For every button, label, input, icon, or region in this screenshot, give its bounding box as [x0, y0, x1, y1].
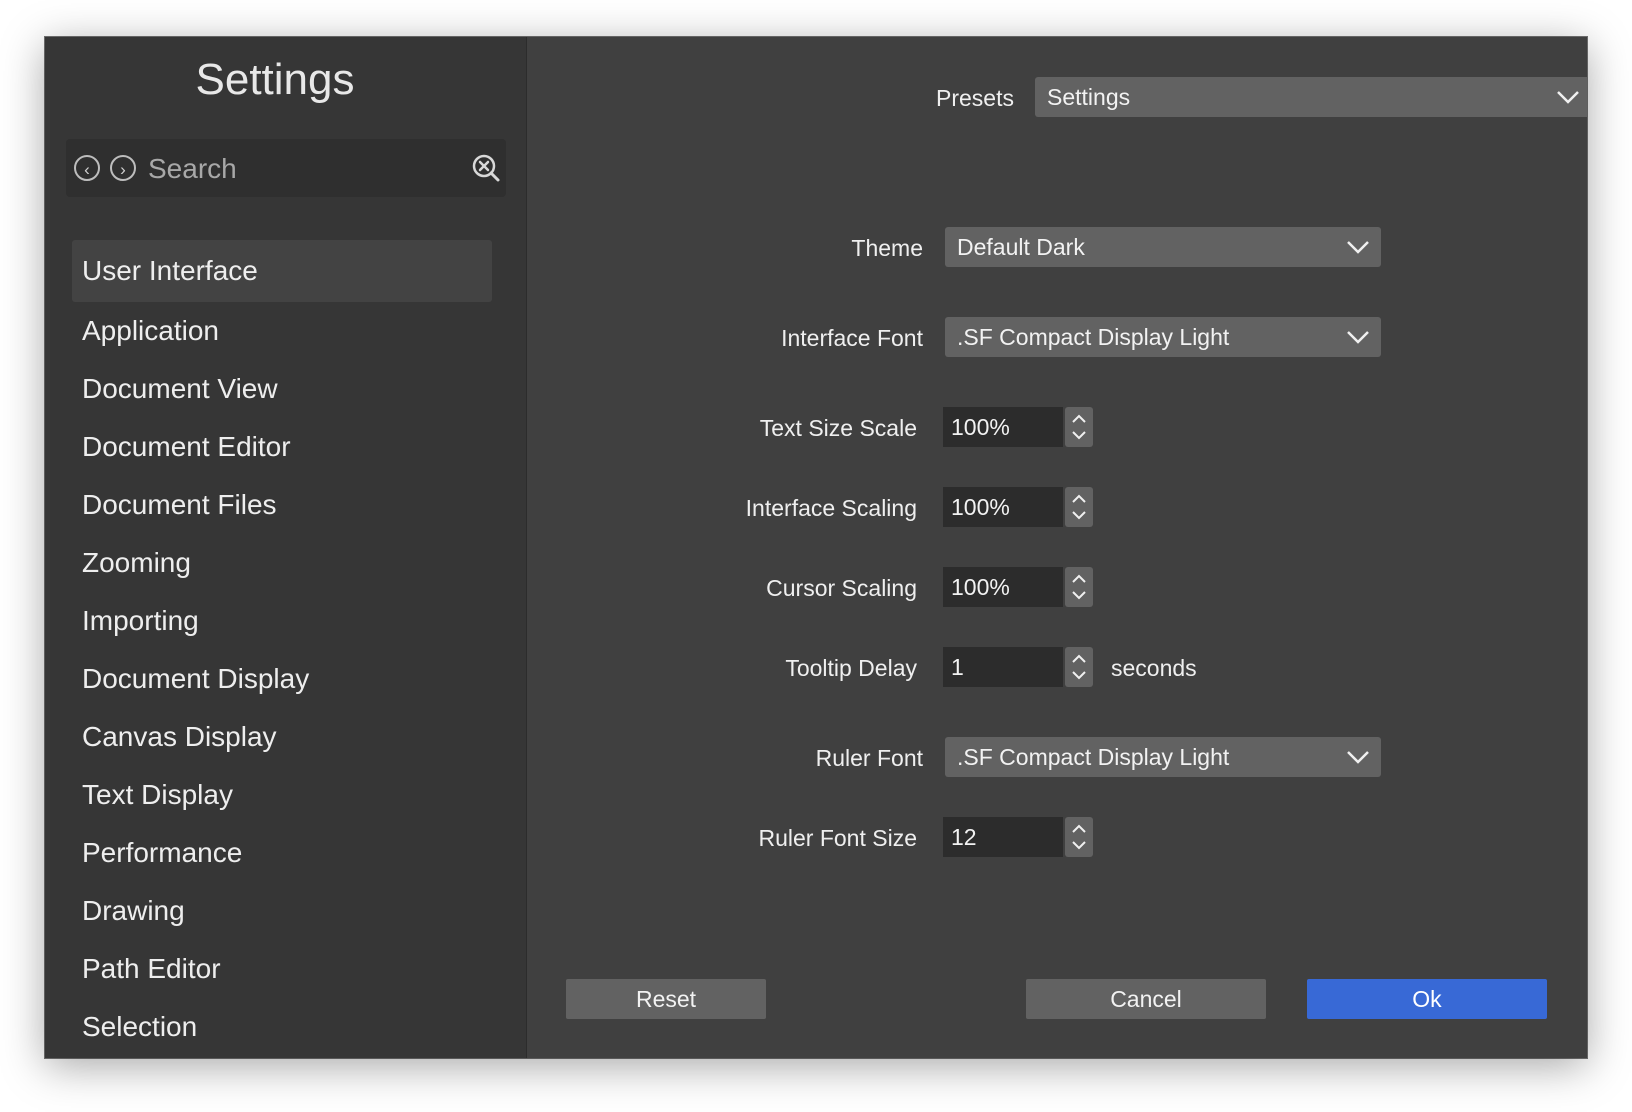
stepper-arrows-icon[interactable] [1065, 487, 1093, 527]
cursor-scaling-input[interactable]: 100% [943, 567, 1063, 607]
presets-dropdown[interactable]: Settings [1035, 77, 1587, 117]
sidebar-list: User Interface Application Document View… [72, 240, 492, 1056]
interface-font-label: Interface Font [781, 325, 923, 351]
ruler-font-label: Ruler Font [815, 745, 923, 771]
sidebar-item-zooming[interactable]: Zooming [72, 534, 492, 592]
stepper-arrows-icon[interactable] [1065, 567, 1093, 607]
sidebar-item-importing[interactable]: Importing [72, 592, 492, 650]
interface-font-dropdown[interactable]: .SF Compact Display Light [945, 317, 1381, 357]
sidebar-item-selection[interactable]: Selection [72, 998, 492, 1056]
sidebar-item-application[interactable]: Application [72, 302, 492, 360]
search-clear-icon[interactable] [471, 153, 501, 183]
settings-window: Settings ‹ › User Interface Application … [45, 37, 1587, 1058]
tooltip-delay-stepper[interactable]: 1 [943, 647, 1093, 687]
settings-content: Presets Settings Theme Default Dark Inte… [527, 37, 1587, 1058]
ruler-font-size-label: Ruler Font Size [758, 825, 917, 851]
text-size-scale-input[interactable]: 100% [943, 407, 1063, 447]
chevron-down-icon [1347, 241, 1369, 254]
chevron-down-icon [1347, 331, 1369, 344]
back-icon[interactable]: ‹ [74, 155, 100, 181]
sidebar-item-drawing[interactable]: Drawing [72, 882, 492, 940]
cursor-scaling-label: Cursor Scaling [766, 575, 917, 601]
ruler-font-dropdown[interactable]: .SF Compact Display Light [945, 737, 1381, 777]
sidebar-item-canvas-display[interactable]: Canvas Display [72, 708, 492, 766]
ruler-font-size-stepper[interactable]: 12 [943, 817, 1093, 857]
sidebar-item-document-editor[interactable]: Document Editor [72, 418, 492, 476]
sidebar-item-text-display[interactable]: Text Display [72, 766, 492, 824]
sidebar-item-document-view[interactable]: Document View [72, 360, 492, 418]
sidebar-item-document-display[interactable]: Document Display [72, 650, 492, 708]
interface-font-value: .SF Compact Display Light [957, 324, 1230, 350]
reset-button[interactable]: Reset [566, 979, 766, 1019]
presets-value: Settings [1047, 84, 1131, 110]
presets-label: Presets [936, 85, 1014, 111]
tooltip-delay-label: Tooltip Delay [785, 655, 917, 681]
sidebar-item-document-files[interactable]: Document Files [72, 476, 492, 534]
ruler-font-value: .SF Compact Display Light [957, 744, 1230, 770]
sidebar-item-path-editor[interactable]: Path Editor [72, 940, 492, 998]
interface-scaling-input[interactable]: 100% [943, 487, 1063, 527]
interface-scaling-label: Interface Scaling [745, 495, 917, 521]
cursor-scaling-stepper[interactable]: 100% [943, 567, 1093, 607]
sidebar-title: Settings [195, 55, 355, 104]
ruler-font-size-input[interactable]: 12 [943, 817, 1063, 857]
theme-value: Default Dark [957, 234, 1085, 260]
ok-button[interactable]: Ok [1307, 979, 1547, 1019]
sidebar-item-performance[interactable]: Performance [72, 824, 492, 882]
tooltip-delay-input[interactable]: 1 [943, 647, 1063, 687]
forward-icon[interactable]: › [110, 155, 136, 181]
stepper-arrows-icon[interactable] [1065, 407, 1093, 447]
text-size-scale-stepper[interactable]: 100% [943, 407, 1093, 447]
theme-dropdown[interactable]: Default Dark [945, 227, 1381, 267]
search-input[interactable] [146, 149, 450, 189]
cancel-button[interactable]: Cancel [1026, 979, 1266, 1019]
interface-scaling-stepper[interactable]: 100% [943, 487, 1093, 527]
stepper-arrows-icon[interactable] [1065, 647, 1093, 687]
search-box: ‹ › [66, 139, 506, 197]
theme-label: Theme [851, 235, 923, 261]
stepper-arrows-icon[interactable] [1065, 817, 1093, 857]
sidebar-item-user-interface[interactable]: User Interface [72, 240, 492, 302]
chevron-down-icon [1557, 91, 1579, 104]
sidebar: Settings ‹ › User Interface Application … [45, 37, 527, 1058]
chevron-down-icon [1347, 751, 1369, 764]
tooltip-delay-unit: seconds [1111, 655, 1197, 681]
text-size-scale-label: Text Size Scale [759, 415, 917, 441]
